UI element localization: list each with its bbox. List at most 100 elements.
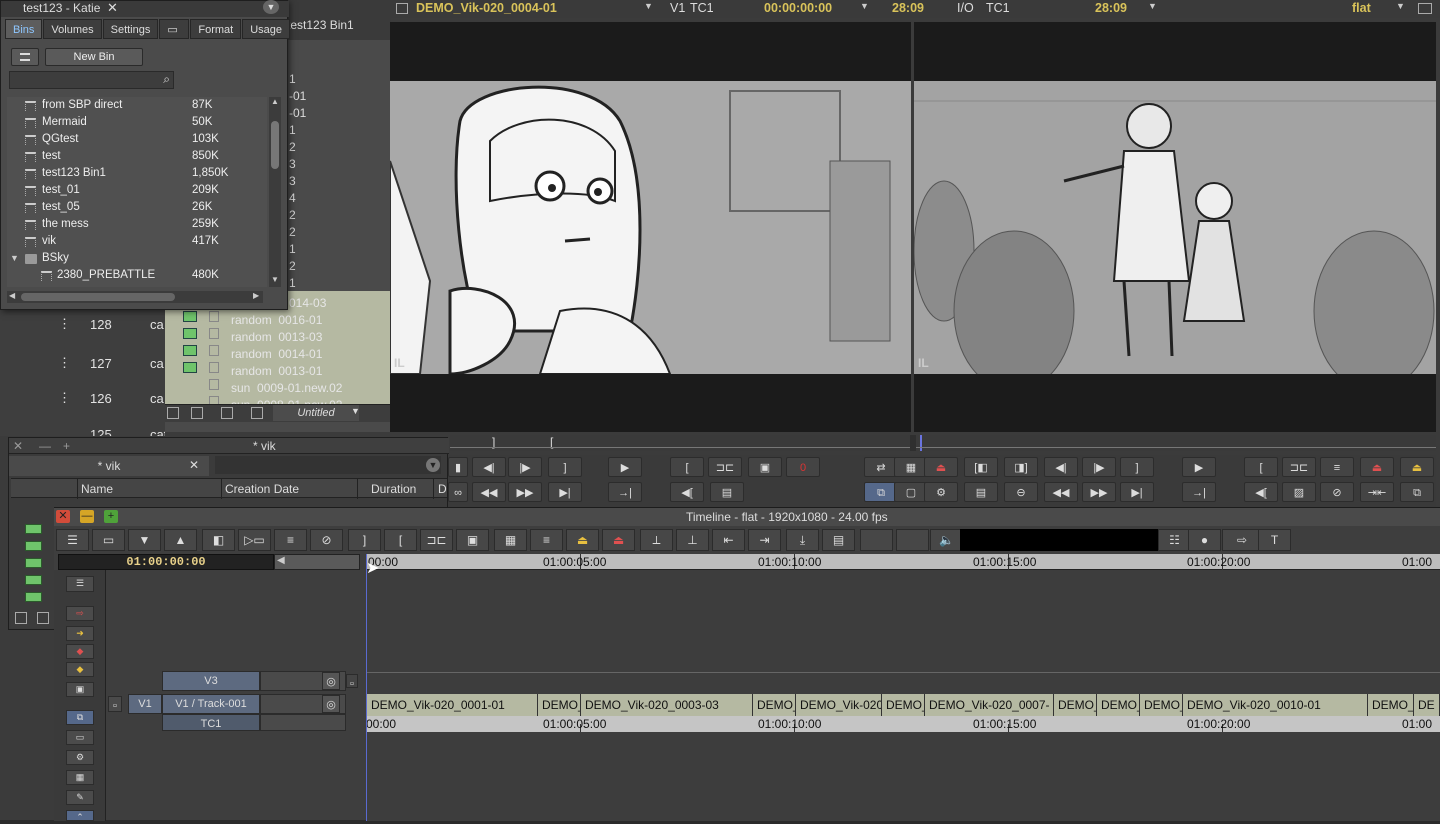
list-item[interactable]: Mermaid 50K: [7, 115, 267, 132]
clip-row[interactable]: sun_0009-01.new.02: [161, 376, 391, 393]
timeline-clip[interactable]: DEMO_: [538, 694, 581, 716]
column-duration[interactable]: Duration: [371, 482, 416, 496]
top-bottom-icon[interactable]: ▷▭: [238, 529, 271, 551]
settings-icon[interactable]: ☰: [56, 529, 89, 551]
rewind-icon[interactable]: ◀◀: [1044, 482, 1078, 502]
trim-left-icon[interactable]: ⇤: [712, 529, 745, 551]
clip-row[interactable]: random_0014-01: [161, 342, 391, 359]
mark-out-icon[interactable]: ]: [1120, 457, 1154, 477]
segment-lift-icon[interactable]: ⊥: [676, 529, 709, 551]
record-icon[interactable]: 0: [786, 457, 820, 477]
grid-icon[interactable]: ▦: [66, 770, 94, 785]
chevron-down-icon[interactable]: ▼: [426, 458, 440, 472]
horizontal-scrollbar[interactable]: ◀ ▶: [7, 291, 263, 303]
track-monitor-icon[interactable]: ◎: [322, 672, 340, 690]
timeline-clip[interactable]: DEMO_Vik-020_0007-: [925, 694, 1054, 716]
trim-right-icon[interactable]: ⇥: [748, 529, 781, 551]
go-to-end-icon[interactable]: →|: [1182, 482, 1216, 502]
zoom-icon[interactable]: +: [63, 439, 70, 453]
go-up-icon[interactable]: ▲: [164, 529, 197, 551]
stop-button[interactable]: ∞: [448, 482, 468, 502]
step-back-icon[interactable]: ◀|: [472, 457, 506, 477]
chevron-down-icon[interactable]: ▼: [860, 1, 869, 11]
red-marker-icon[interactable]: ◆: [66, 644, 94, 659]
column-name[interactable]: Name: [81, 482, 113, 496]
list-item[interactable]: ▼ BSky: [7, 251, 267, 268]
fast-forward-icon[interactable]: ▶▶: [508, 482, 542, 502]
track-tc1-header[interactable]: TC1: [162, 714, 260, 731]
column-creation-date[interactable]: Creation Date: [225, 482, 299, 496]
search-icon[interactable]: ⌕: [163, 72, 170, 87]
zoom-icon[interactable]: +: [104, 510, 118, 523]
chevron-down-icon[interactable]: ▼: [263, 0, 279, 14]
replace-icon[interactable]: ▤: [822, 529, 855, 551]
tab-usage[interactable]: Usage: [242, 19, 290, 39]
arrow-right-icon[interactable]: ⇨: [66, 606, 94, 621]
new-bin-button[interactable]: New Bin: [45, 48, 143, 66]
blank-tool[interactable]: [860, 529, 893, 551]
mark-clip-icon[interactable]: ▣: [748, 457, 782, 477]
timeline-ruler[interactable]: 00:00 01:00:05:00 01:00:10:00 01:00:15:0…: [366, 554, 1440, 570]
track-monitor-icon[interactable]: ◎: [322, 695, 340, 713]
settings-icon[interactable]: ⚙: [66, 750, 94, 765]
chevron-down-icon[interactable]: ▼: [1148, 1, 1157, 11]
close-icon[interactable]: ✕: [107, 0, 118, 16]
speaker-icon[interactable]: 🔈: [930, 529, 963, 551]
chevron-down-icon[interactable]: ▼: [351, 406, 360, 416]
list-view-icon[interactable]: [251, 407, 263, 419]
bin-view-dropdown[interactable]: Untitled: [273, 405, 359, 421]
mark-clip-icon[interactable]: ▣: [456, 529, 489, 551]
mark-in-icon[interactable]: [◧: [964, 457, 998, 477]
grid-icon[interactable]: [1418, 3, 1432, 14]
frame-view-icon[interactable]: [167, 407, 179, 419]
position-indicator[interactable]: [920, 435, 922, 451]
search-field[interactable]: ⌕: [9, 71, 174, 89]
trim-icon[interactable]: ⇥⇤: [1360, 482, 1394, 502]
mark-in-icon[interactable]: [: [670, 457, 704, 477]
list-item[interactable]: from SBP direct 87K: [7, 98, 267, 115]
timeline-clip[interactable]: DEMO_: [1140, 694, 1183, 716]
clip-row[interactable]: random_0016-01: [161, 308, 391, 325]
blank-tool[interactable]: [896, 529, 929, 551]
grid-view-icon[interactable]: [221, 407, 233, 419]
list-item[interactable]: test 850K: [7, 149, 267, 166]
timeline-clip[interactable]: DEMO_Vik-020_0001-01: [367, 694, 538, 716]
yellow-marker-icon[interactable]: ◆: [66, 662, 94, 677]
record-monitor[interactable]: IL: [914, 22, 1436, 432]
timeline-clip[interactable]: DEMO_Vik-02: [1368, 694, 1414, 716]
scroll-down-icon[interactable]: ▼: [271, 275, 279, 284]
timeline-clip[interactable]: DE: [1414, 694, 1440, 716]
track-v1-source[interactable]: V1: [128, 694, 162, 714]
slider-handle-icon[interactable]: ◀: [277, 555, 285, 566]
position-bars[interactable]: ] [: [450, 435, 1436, 451]
tab-volumes[interactable]: Volumes: [43, 19, 102, 39]
clear-marks-icon[interactable]: ⊘: [1320, 482, 1354, 502]
close-icon[interactable]: ✕: [56, 510, 70, 523]
splice-icon[interactable]: ≡: [1320, 457, 1354, 477]
brush-icon[interactable]: ✎: [66, 790, 94, 805]
tab-monitor-icon[interactable]: ▭: [159, 19, 190, 39]
mark-out-icon[interactable]: ]: [348, 529, 381, 551]
timeline-timecode[interactable]: 01:00:00:00: [58, 554, 274, 570]
mark-out-icon[interactable]: ]: [548, 457, 582, 477]
track-select-box[interactable]: ▫: [108, 696, 122, 712]
layers-icon[interactable]: ≡: [274, 529, 307, 551]
timeline-zoom-slider[interactable]: ◀: [274, 554, 360, 570]
splice-icon[interactable]: ≡: [530, 529, 563, 551]
source-menu-icon[interactable]: [396, 3, 408, 14]
effect-icon[interactable]: ◧: [202, 529, 235, 551]
lift-icon[interactable]: ⏏: [1360, 457, 1394, 477]
mark-clip-icon[interactable]: ⊐⊏: [420, 529, 453, 551]
mark-out-icon[interactable]: ◨]: [1004, 457, 1038, 477]
source-record-icon[interactable]: ▢: [894, 482, 928, 502]
minimize-icon[interactable]: —: [80, 510, 94, 523]
bin-menu-icon[interactable]: [11, 48, 39, 66]
list-item[interactable]: test_01 209K: [7, 183, 267, 200]
scroll-right-icon[interactable]: ▶: [253, 291, 259, 300]
toggle-source-record-icon[interactable]: ⧉: [864, 482, 898, 502]
grid-icon[interactable]: ▦: [494, 529, 527, 551]
list-item[interactable]: 2380_PREBATTLE 480K: [7, 268, 267, 285]
go-to-out-icon[interactable]: ▶|: [548, 482, 582, 502]
more-icon[interactable]: ⋮: [58, 355, 71, 371]
source-position-bar[interactable]: ] [: [450, 435, 910, 451]
